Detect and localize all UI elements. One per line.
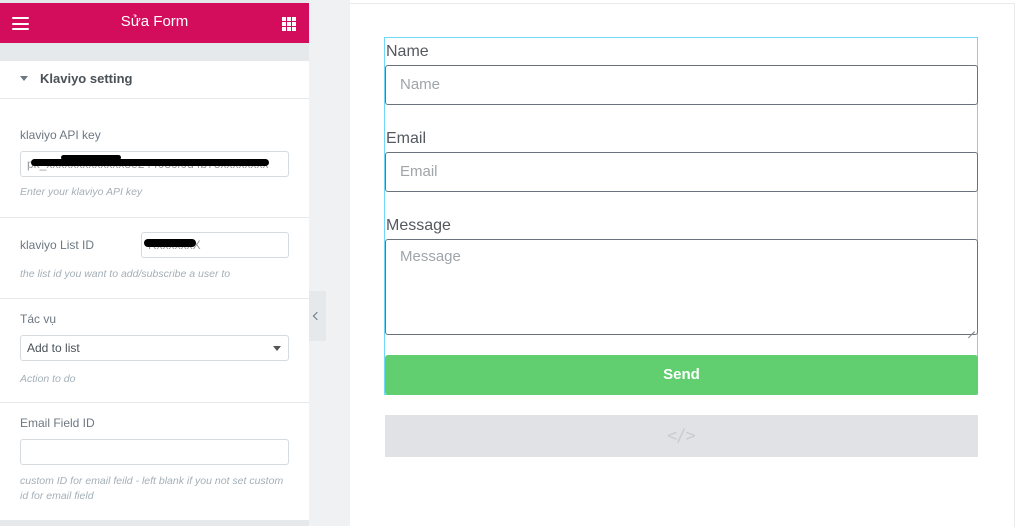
list-id-input[interactable]: RxxxxxxX	[141, 232, 289, 258]
redaction-mark	[31, 159, 269, 166]
editor-panel: Sửa Form Klaviyo setting klaviyo API key…	[0, 0, 309, 526]
api-key-label: klaviyo API key	[20, 128, 101, 142]
email-label: Email	[386, 130, 427, 147]
control-api-key: klaviyo API key pk_xxxxxxxxxxxxx8e24403c…	[0, 99, 309, 218]
name-label: Name	[386, 43, 429, 60]
action-label: Tác vụ	[20, 312, 57, 326]
action-description: Action to do	[20, 373, 76, 385]
message-textarea[interactable]: Message	[385, 239, 978, 335]
api-key-description: Enter your klaviyo API key	[20, 186, 143, 198]
panel-gutter	[309, 0, 350, 526]
code-icon: </>	[667, 426, 696, 446]
collapse-panel-button[interactable]	[309, 291, 326, 341]
list-id-description: the list id you want to add/subscribe a …	[20, 268, 231, 280]
section-title: Klaviyo setting	[40, 71, 133, 86]
api-key-input[interactable]: pk_xxxxxxxxxxxxx8e24403cf0d4b73xxxxxxxx	[20, 151, 289, 177]
control-action: Tác vụ Add to list Action to do	[0, 299, 309, 403]
panel-header: Sửa Form	[0, 3, 309, 43]
action-select[interactable]: Add to list	[20, 335, 289, 361]
grid-icon[interactable]	[282, 17, 296, 31]
name-placeholder: Name	[400, 76, 441, 93]
chevron-left-icon	[312, 311, 322, 321]
caret-down-icon	[20, 76, 28, 81]
email-field-label: Email Field ID	[20, 416, 95, 430]
control-email-field-id: Email Field ID custom ID for email feild…	[0, 403, 309, 520]
email-placeholder: Email	[400, 163, 438, 180]
panel-title: Sửa Form	[120, 13, 189, 30]
section-klaviyo-setting[interactable]: Klaviyo setting	[0, 61, 309, 99]
email-field-input[interactable]	[20, 439, 289, 465]
message-label: Message	[386, 217, 451, 234]
resize-handle-icon[interactable]	[968, 325, 975, 332]
email-input[interactable]: Email	[385, 152, 978, 192]
chevron-down-icon	[273, 346, 281, 351]
send-button[interactable]: Send	[385, 355, 978, 395]
list-id-label: klaviyo List ID	[20, 238, 95, 252]
name-input[interactable]: Name	[385, 65, 978, 105]
message-placeholder: Message	[400, 248, 461, 265]
email-field-description: custom ID for email feild - left blank i…	[20, 475, 284, 502]
control-list-id: klaviyo List ID RxxxxxxX the list id you…	[0, 218, 309, 299]
action-selected: Add to list	[27, 341, 80, 355]
panel-body: Klaviyo setting klaviyo API key pk_xxxxx…	[0, 61, 309, 520]
redaction-mark	[61, 155, 121, 160]
redaction-mark	[144, 239, 196, 247]
html-widget-placeholder[interactable]: </>	[385, 415, 978, 457]
